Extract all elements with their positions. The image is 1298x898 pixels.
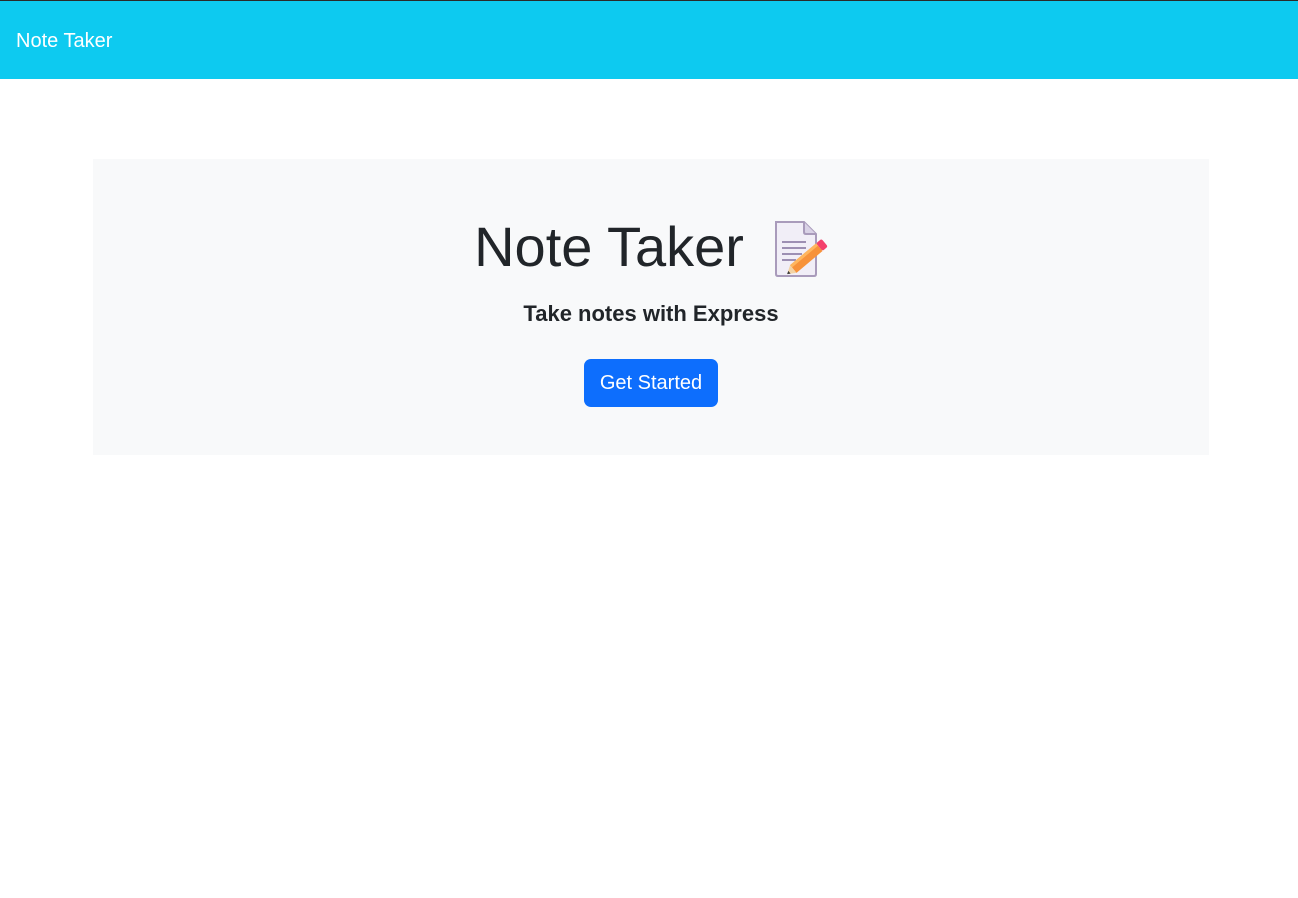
navbar: Note Taker (0, 0, 1298, 79)
hero-title: Note Taker (474, 215, 744, 278)
get-started-button[interactable]: Get Started (584, 359, 718, 407)
hero-lead-text: Take notes with Express (523, 301, 779, 326)
memo-icon (774, 221, 827, 277)
navbar-brand-link[interactable]: Note Taker (16, 29, 112, 53)
hero-section: Note Taker Take notes with Express Get S… (93, 159, 1209, 455)
hero-title-row: Note Taker (93, 215, 1209, 279)
